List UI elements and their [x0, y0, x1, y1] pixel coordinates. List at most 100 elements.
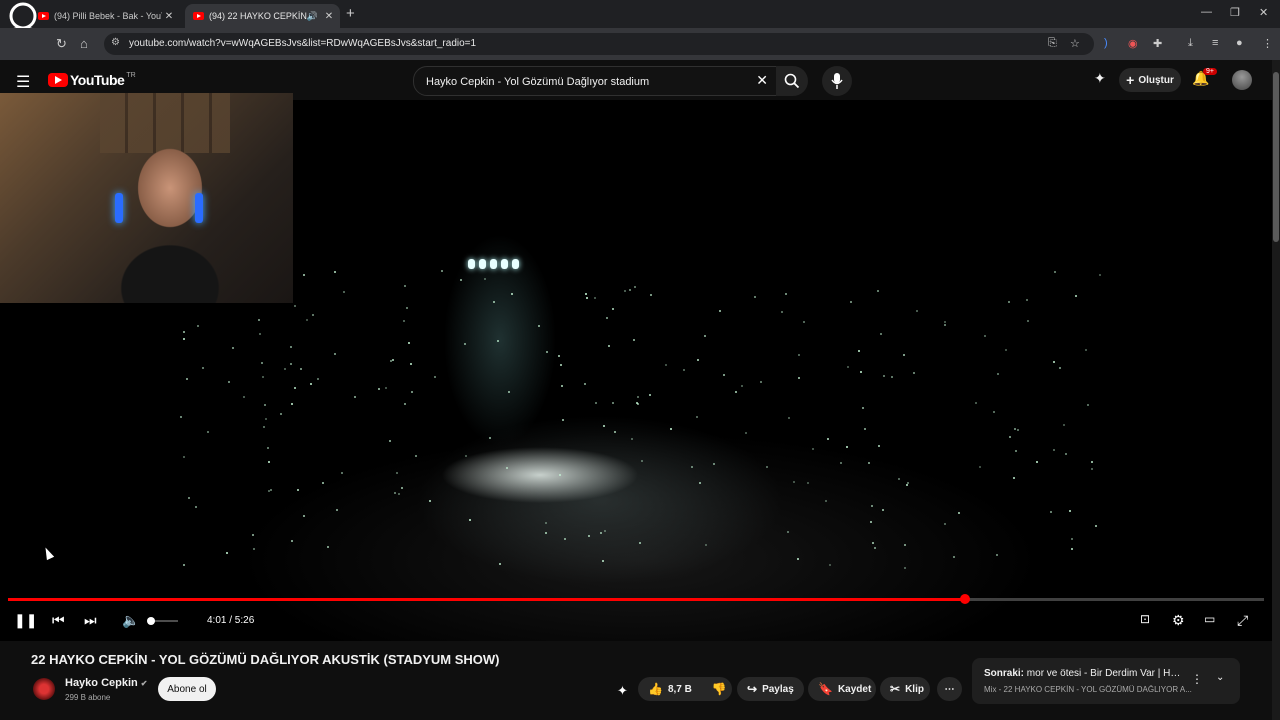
- close-window-icon[interactable]: ✕: [1259, 6, 1268, 19]
- phone-light: [613, 430, 616, 433]
- channel-avatar[interactable]: [33, 678, 55, 700]
- browser-menu-icon[interactable]: ⋮: [1262, 37, 1273, 50]
- progress-scrubber[interactable]: [959, 594, 970, 604]
- phone-light: [611, 402, 614, 405]
- like-count[interactable]: 8,7 B: [668, 684, 692, 695]
- theater-mode-icon[interactable]: ▭: [1204, 612, 1215, 626]
- phone-light: [410, 390, 413, 393]
- phone-light: [226, 551, 229, 554]
- phone-light: [1068, 509, 1071, 512]
- ai-sparkle-icon[interactable]: ✦: [617, 683, 628, 699]
- like-icon[interactable]: 👍: [648, 682, 663, 696]
- extension-audio-icon[interactable]: ): [1104, 37, 1108, 49]
- bookmark-star-icon[interactable]: ☆: [1070, 37, 1080, 50]
- next-icon[interactable]: ⏭: [84, 612, 97, 629]
- phone-light: [734, 390, 737, 393]
- scrollbar-thumb[interactable]: [1273, 72, 1279, 242]
- save-label: Kaydet: [837, 683, 872, 695]
- extension-record-icon[interactable]: ◉: [1128, 37, 1138, 50]
- phone-light: [1095, 524, 1098, 527]
- tab-title: (94) Pilli Bebek - Bak - YouTube: [54, 11, 162, 21]
- phone-light: [1090, 460, 1093, 463]
- phone-light: [334, 352, 336, 355]
- more-vertical-icon[interactable]: ⋮: [1191, 672, 1203, 686]
- previous-icon[interactable]: ⏮: [52, 612, 65, 629]
- phone-light: [354, 395, 356, 398]
- media-controls-icon[interactable]: ≡: [1212, 37, 1218, 49]
- browser-tab-pilli-bebek[interactable]: (94) Pilli Bebek - Bak - YouTube ✕: [30, 4, 180, 28]
- save-button[interactable]: 🔖 Kaydet: [808, 677, 876, 701]
- phone-light: [187, 496, 190, 499]
- more-actions-button[interactable]: ⋯: [937, 677, 962, 701]
- up-next-panel[interactable]: Sonraki: mor ve ötesi - Bir Derdim Var |…: [972, 658, 1240, 704]
- share-button[interactable]: ↪ Paylaş: [737, 677, 804, 701]
- reload-icon[interactable]: ↻: [56, 36, 67, 52]
- phone-light: [723, 373, 726, 376]
- audio-playing-icon[interactable]: 🔊: [307, 11, 318, 22]
- phone-light: [391, 358, 394, 361]
- microphone-icon: [831, 73, 843, 89]
- phone-light: [594, 401, 597, 404]
- new-tab-button[interactable]: +: [346, 5, 355, 22]
- phone-light: [871, 541, 874, 544]
- phone-light: [611, 307, 614, 310]
- menu-hamburger-icon[interactable]: ☰: [16, 72, 30, 92]
- notification-count-badge: 9+: [1203, 68, 1217, 75]
- downloads-icon[interactable]: ⤓: [1188, 37, 1193, 50]
- extensions-puzzle-icon[interactable]: ✚: [1153, 37, 1162, 50]
- close-tab-icon[interactable]: ✕: [322, 11, 336, 22]
- verified-badge-icon: ✔: [140, 679, 148, 688]
- pause-icon[interactable]: ❚❚: [14, 612, 37, 629]
- voice-search-button[interactable]: [822, 66, 852, 96]
- minimize-window-icon[interactable]: —: [1201, 6, 1212, 18]
- streamer-webcam-overlay: [0, 93, 293, 303]
- volume-icon[interactable]: 🔈: [122, 612, 139, 629]
- site-info-icon[interactable]: ⚙: [111, 37, 120, 48]
- clip-button[interactable]: ✂ Klip: [880, 677, 930, 701]
- streamer: [110, 138, 230, 303]
- phone-light: [316, 378, 319, 381]
- install-app-icon[interactable]: ⎘: [1048, 37, 1057, 50]
- phone-light: [876, 290, 879, 292]
- search-box[interactable]: ✕: [413, 66, 777, 96]
- page-scrollbar[interactable]: [1272, 60, 1280, 720]
- home-icon[interactable]: ⌂: [80, 36, 88, 51]
- phone-light: [396, 471, 399, 474]
- phone-light: [636, 395, 639, 398]
- subtitles-icon[interactable]: ⊡: [1140, 612, 1150, 626]
- phone-light: [704, 544, 707, 547]
- dislike-icon[interactable]: 👎: [712, 682, 727, 696]
- browser-tab-hayko-cepkin[interactable]: (94) 22 HAYKO CEPKİN - YO 🔊 ✕: [185, 4, 340, 28]
- account-avatar[interactable]: [1232, 70, 1252, 90]
- address-bar[interactable]: ⚙ youtube.com/watch?v=wWqAGEBsJvs&list=R…: [104, 33, 1094, 55]
- phone-light: [388, 439, 391, 442]
- create-button[interactable]: + Oluştur: [1119, 68, 1181, 92]
- phone-light: [1025, 298, 1028, 301]
- subscribe-button[interactable]: Abone ol: [158, 677, 216, 701]
- youtube-logo[interactable]: YouTube TR: [48, 72, 136, 88]
- video-progress-bar[interactable]: [8, 594, 1264, 604]
- phone-light: [698, 481, 701, 484]
- phone-light: [1015, 449, 1018, 452]
- phone-light: [902, 353, 905, 356]
- phone-light: [1091, 467, 1094, 470]
- search-button[interactable]: [776, 66, 808, 96]
- ai-sparkle-icon[interactable]: ✦: [1094, 70, 1106, 87]
- youtube-play-logo-icon: [48, 73, 68, 87]
- scissors-icon: ✂: [890, 682, 901, 696]
- phone-light: [1074, 294, 1077, 297]
- clear-search-icon[interactable]: ✕: [756, 72, 768, 89]
- search-input[interactable]: [424, 71, 748, 93]
- phone-light: [227, 380, 230, 383]
- settings-gear-icon[interactable]: ⚙: [1172, 612, 1185, 629]
- close-tab-icon[interactable]: ✕: [162, 11, 176, 22]
- volume-slider-knob[interactable]: [147, 617, 155, 625]
- restore-window-icon[interactable]: ❐: [1230, 6, 1240, 19]
- channel-name[interactable]: Hayko Cepkin ✔: [65, 677, 147, 689]
- profile-avatar-icon[interactable]: ●: [1236, 37, 1243, 49]
- chevron-down-icon[interactable]: ⌄: [1216, 672, 1224, 683]
- fullscreen-icon[interactable]: ⤢: [1237, 612, 1248, 629]
- phone-light: [905, 483, 908, 486]
- up-next-line: Sonraki: mor ve ötesi - Bir Derdim Var |…: [984, 668, 1184, 679]
- create-label: Oluştur: [1138, 74, 1174, 86]
